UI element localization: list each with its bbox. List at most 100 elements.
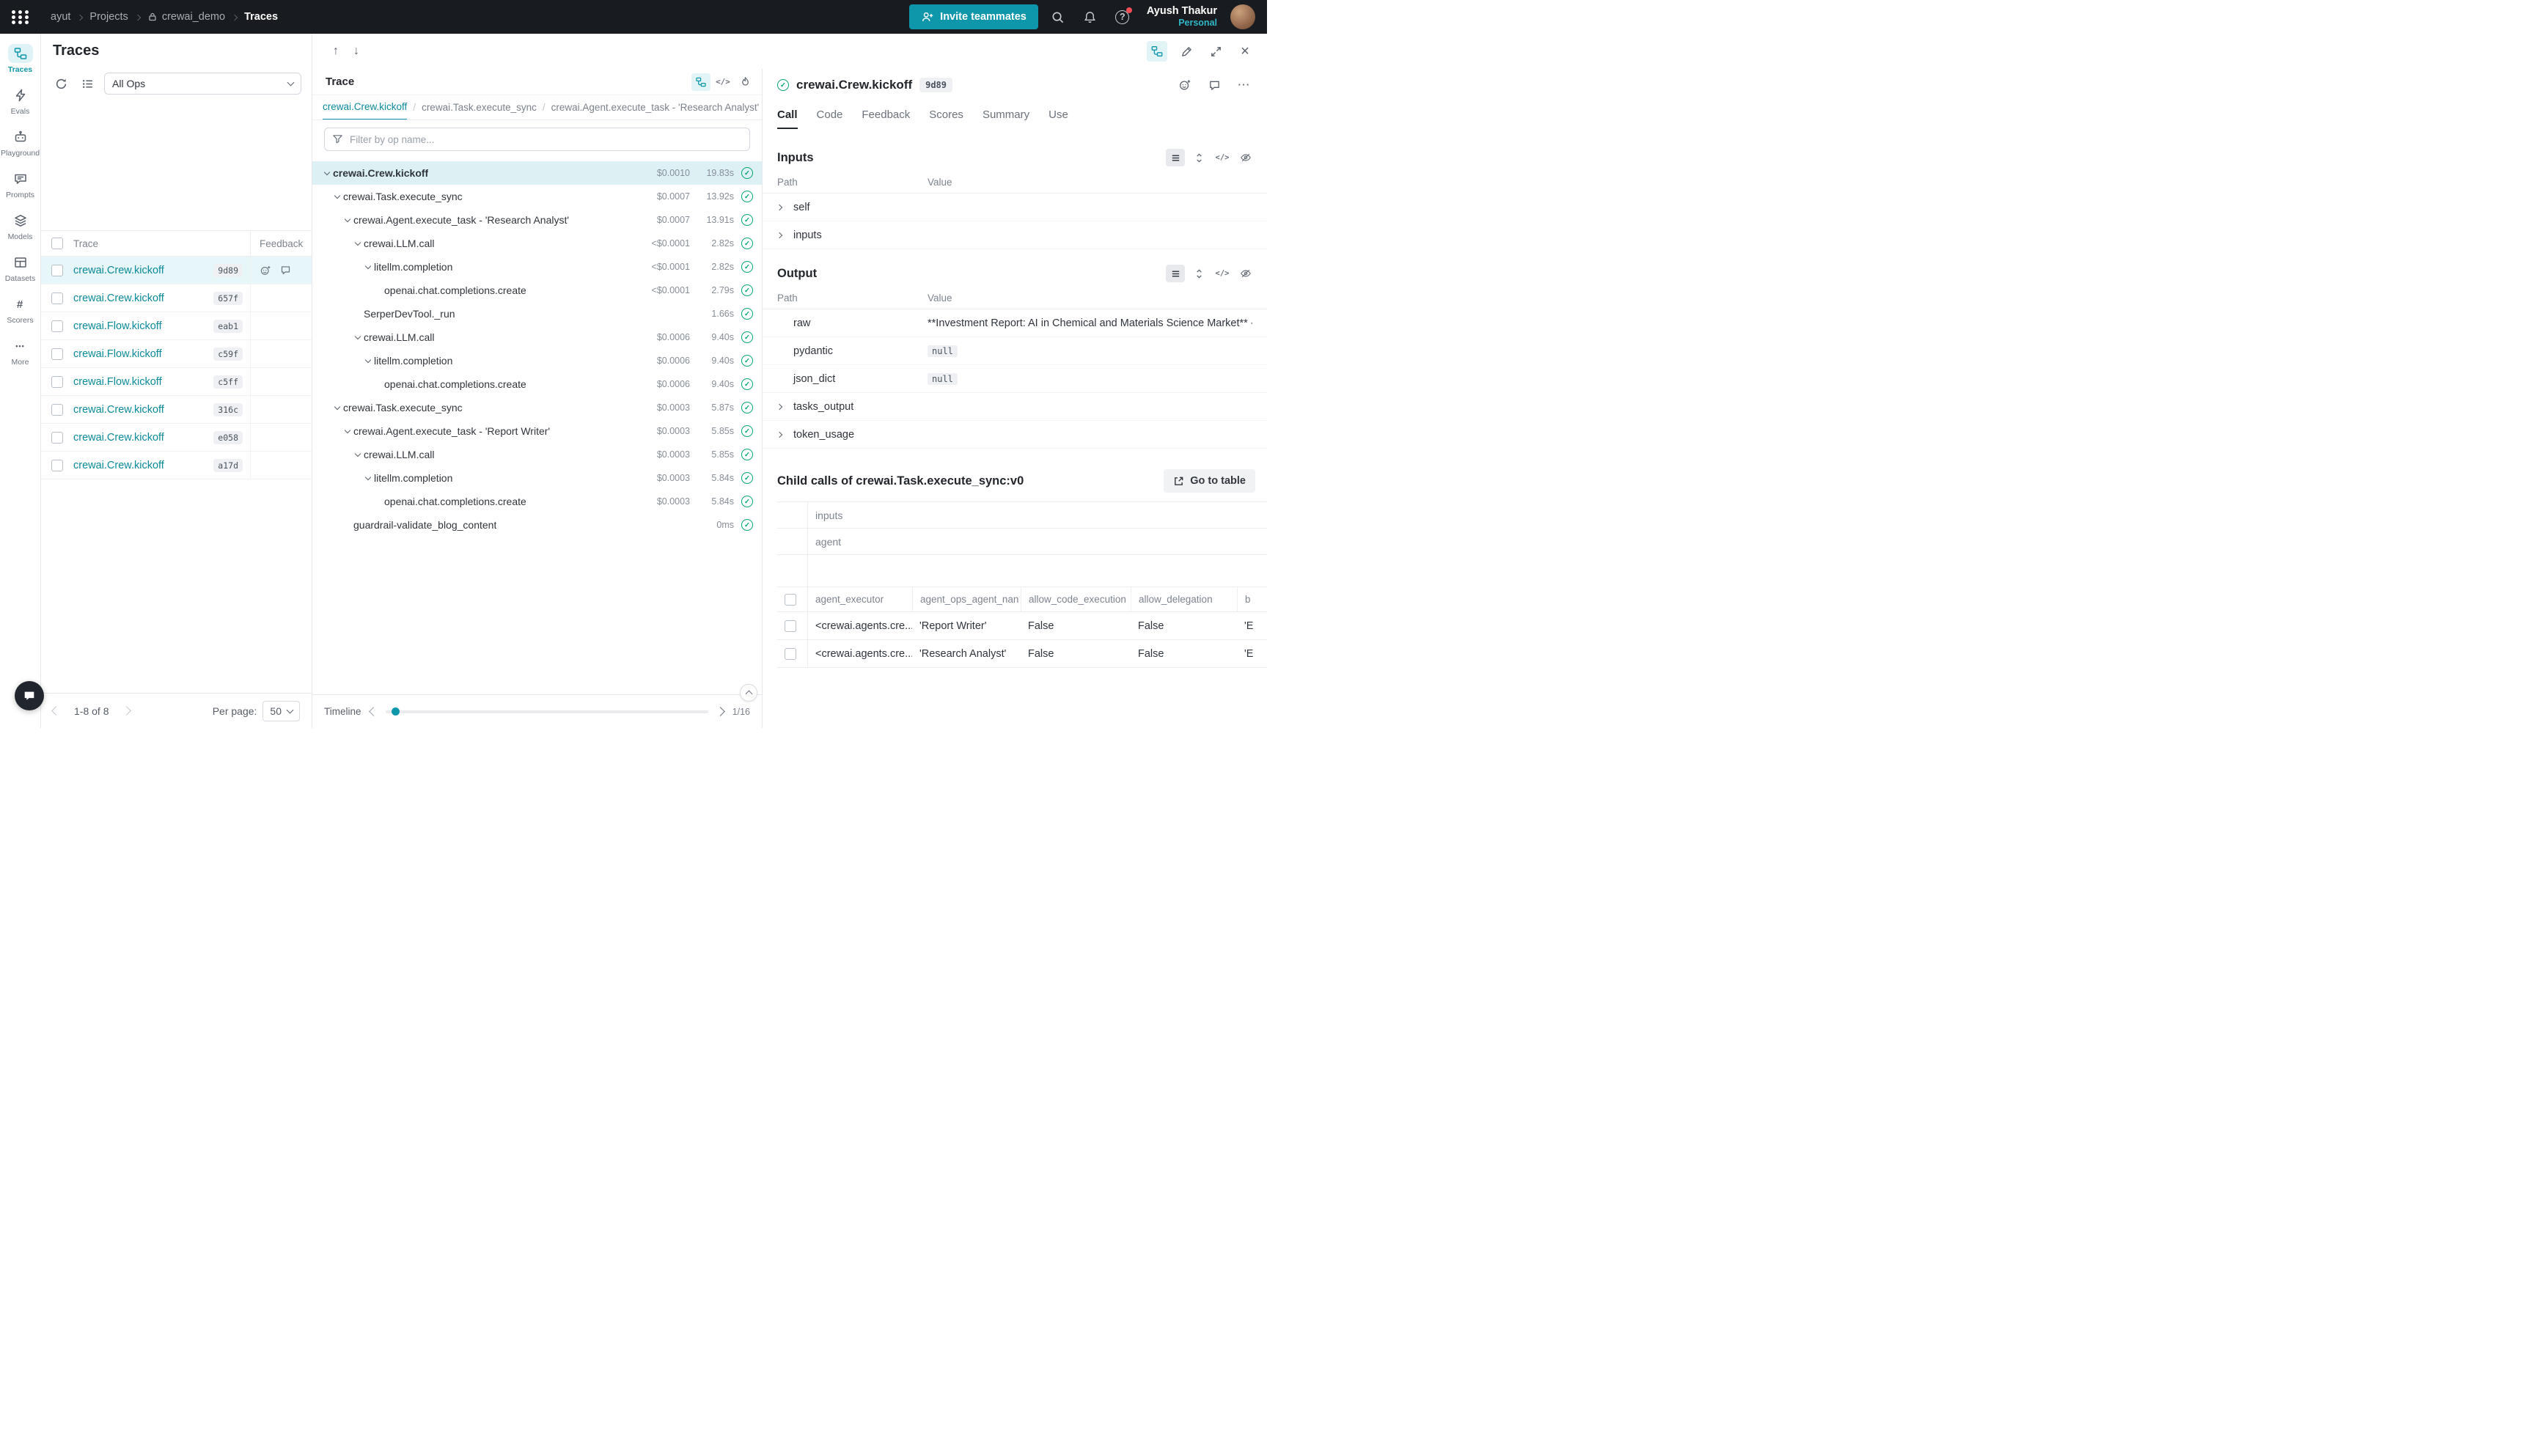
invite-teammates-button[interactable]: Invite teammates [909, 4, 1038, 29]
expand-all-button[interactable] [1189, 149, 1208, 166]
chat-launcher[interactable] [15, 681, 44, 710]
trace-link[interactable]: crewai.Crew.kickoff [73, 432, 164, 444]
go-to-table-button[interactable]: Go to table [1164, 469, 1255, 493]
column-header-trace[interactable]: Trace [73, 238, 250, 249]
overflow-menu-button[interactable]: ⋯ [1235, 76, 1252, 94]
table-row[interactable]: tasks_output [763, 393, 1267, 421]
trace-crumb[interactable]: crewai.Task.execute_sync [422, 96, 537, 120]
tree-row[interactable]: crewai.LLM.call$0.00035.85s✓ [312, 443, 762, 466]
close-button[interactable]: × [1235, 41, 1255, 62]
hide-values-button[interactable] [1236, 149, 1255, 166]
column-header[interactable]: agent_ops_agent_nan [912, 587, 1021, 611]
tree-row[interactable]: crewai.Agent.execute_task - 'Report Writ… [312, 419, 762, 443]
trace-crumb[interactable]: crewai.Crew.kickoff [323, 95, 407, 120]
tree-row[interactable]: crewai.Task.execute_sync$0.000713.92s✓ [312, 185, 762, 208]
chevron-down-icon[interactable] [352, 454, 364, 456]
tree-row[interactable]: crewai.Agent.execute_task - 'Research An… [312, 208, 762, 232]
trace-crumb[interactable]: crewai.Agent.execute_task - 'Research An… [551, 96, 760, 120]
notifications-button[interactable] [1078, 4, 1103, 29]
tree-row[interactable]: openai.chat.completions.create$0.00035.8… [312, 490, 762, 513]
row-checkbox[interactable] [51, 460, 63, 471]
nav-down-button[interactable]: ↓ [346, 41, 367, 62]
list-view-button[interactable] [1166, 149, 1185, 166]
breadcrumb-project[interactable]: crewai_demo [147, 11, 225, 23]
sidebar-item-datasets[interactable]: Datasets [0, 250, 41, 286]
collapse-timeline-button[interactable] [740, 684, 757, 702]
tree-row[interactable]: SerperDevTool._run1.66s✓ [312, 302, 762, 326]
select-all-checkbox[interactable] [51, 238, 63, 249]
trace-row[interactable]: crewai.Flow.kickoffeab1 [41, 312, 312, 340]
nav-up-button[interactable]: ↑ [326, 41, 346, 62]
tree-row[interactable]: litellm.completion<$0.00012.82s✓ [312, 255, 762, 279]
chevron-right-icon[interactable] [777, 433, 793, 437]
sidebar-item-scorers[interactable]: # Scorers [0, 292, 41, 328]
trace-row[interactable]: crewai.Flow.kickoffc59f [41, 340, 312, 368]
add-reaction-icon[interactable] [260, 265, 271, 276]
trace-row[interactable]: crewai.Crew.kickoff9d89 [41, 257, 312, 284]
refresh-button[interactable] [51, 74, 70, 93]
trace-link[interactable]: crewai.Flow.kickoff [73, 320, 162, 332]
trace-link[interactable]: crewai.Crew.kickoff [73, 293, 164, 304]
column-settings-button[interactable] [78, 74, 97, 93]
code-view-button[interactable]: </> [1213, 149, 1232, 166]
hide-values-button[interactable] [1236, 265, 1255, 282]
row-checkbox[interactable] [51, 293, 63, 304]
trace-link[interactable]: crewai.Crew.kickoff [73, 265, 164, 276]
breadcrumb-entity[interactable]: ayut [51, 11, 70, 23]
trace-view-toggle-button[interactable] [1147, 41, 1167, 62]
flame-view-button[interactable] [735, 73, 754, 91]
chevron-down-icon[interactable] [362, 360, 374, 362]
select-all-checkbox[interactable] [785, 594, 796, 606]
tab-scores[interactable]: Scores [929, 101, 963, 129]
search-button[interactable] [1046, 4, 1070, 29]
wandb-logo-icon[interactable] [12, 10, 30, 24]
column-header[interactable]: agent_executor [808, 587, 912, 611]
tree-view-button[interactable] [691, 73, 710, 91]
timeline-prev-button[interactable] [369, 707, 378, 716]
chevron-down-icon[interactable] [352, 337, 364, 339]
ops-filter-select[interactable]: All Ops [104, 73, 301, 95]
table-row[interactable]: self [763, 194, 1267, 221]
column-header[interactable]: b [1237, 587, 1267, 611]
trace-row[interactable]: crewai.Crew.kickoffe058 [41, 424, 312, 452]
trace-row[interactable]: crewai.Crew.kickoff657f [41, 284, 312, 312]
edit-button[interactable] [1176, 41, 1197, 62]
row-checkbox[interactable] [51, 404, 63, 416]
chevron-down-icon[interactable] [342, 219, 353, 221]
table-row[interactable]: raw **Investment Report: AI in Chemical … [763, 309, 1267, 337]
tab-summary[interactable]: Summary [983, 101, 1029, 129]
row-checkbox[interactable] [51, 432, 63, 444]
chevron-right-icon[interactable] [777, 233, 793, 238]
chevron-down-icon[interactable] [362, 477, 374, 479]
tree-row[interactable]: crewai.Crew.kickoff$0.001019.83s✓ [312, 161, 762, 185]
row-checkbox[interactable] [51, 376, 63, 388]
comment-icon[interactable] [280, 265, 291, 276]
tree-row[interactable]: openai.chat.completions.create<$0.00012.… [312, 279, 762, 302]
table-row[interactable]: inputs [763, 221, 1267, 249]
table-row[interactable]: <crewai.agents.cre... 'Research Analyst'… [777, 640, 1267, 668]
tree-row[interactable]: openai.chat.completions.create$0.00069.4… [312, 372, 762, 396]
list-view-button[interactable] [1166, 265, 1185, 282]
table-row[interactable]: pydantic null [763, 337, 1267, 365]
timeline-slider[interactable] [386, 710, 708, 713]
sidebar-item-models[interactable]: Models [0, 208, 41, 244]
row-checkbox[interactable] [785, 620, 796, 632]
chevron-down-icon[interactable] [352, 243, 364, 245]
tree-row[interactable]: crewai.LLM.call$0.00069.40s✓ [312, 326, 762, 349]
tree-row[interactable]: guardrail-validate_blog_content0ms✓ [312, 513, 762, 537]
column-header[interactable]: allow_delegation [1131, 587, 1237, 611]
per-page-select[interactable]: 50 [262, 701, 300, 721]
chevron-down-icon[interactable] [331, 407, 343, 409]
tab-call[interactable]: Call [777, 101, 798, 129]
tab-use[interactable]: Use [1049, 101, 1068, 129]
chevron-right-icon[interactable] [777, 405, 793, 409]
comment-button[interactable] [1205, 76, 1223, 94]
chevron-down-icon[interactable] [331, 196, 343, 198]
tree-row[interactable]: litellm.completion$0.00069.40s✓ [312, 349, 762, 372]
table-row[interactable]: <crewai.agents.cre... 'Report Writer' Fa… [777, 612, 1267, 640]
tree-row[interactable]: crewai.LLM.call<$0.00012.82s✓ [312, 232, 762, 255]
chevron-down-icon[interactable] [362, 266, 374, 268]
expand-all-button[interactable] [1189, 265, 1208, 282]
trace-link[interactable]: crewai.Flow.kickoff [73, 348, 162, 360]
column-header-feedback[interactable]: Feedback [250, 231, 312, 256]
